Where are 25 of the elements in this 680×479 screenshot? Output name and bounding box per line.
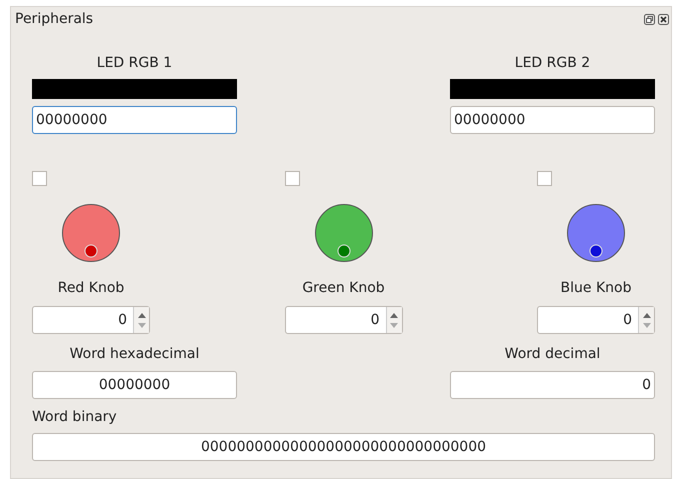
checkbox[interactable] <box>537 171 552 186</box>
dial-knob[interactable] <box>61 203 121 263</box>
led-value-field[interactable]: 00000000 <box>450 106 655 134</box>
decimal-field[interactable]: 0 <box>450 371 655 399</box>
dial-knob[interactable] <box>566 203 626 263</box>
checkbox[interactable] <box>32 171 47 186</box>
spin-box[interactable]: 0 <box>284 306 402 334</box>
panel-title: Peripherals <box>15 11 94 27</box>
dial-knob[interactable] <box>314 203 374 263</box>
hexadecimal-field[interactable]: 00000000 <box>32 371 237 399</box>
led-value-field[interactable]: 00000000 <box>32 106 237 134</box>
field-label: Word decimal <box>504 345 600 364</box>
field-label: Word binary <box>32 408 117 427</box>
spin-box[interactable]: 0 <box>32 306 150 334</box>
led-label: LED RGB 1 <box>96 54 172 73</box>
binary-field[interactable]: 00000000000000000000000000000000 <box>32 433 655 461</box>
led-label: LED RGB 2 <box>514 54 590 73</box>
spin-box[interactable]: 0 <box>537 306 655 334</box>
checkbox[interactable] <box>284 171 300 186</box>
field-label: Word hexadecimal <box>70 345 200 364</box>
knob-label: Red Knob <box>58 279 124 298</box>
float-icon[interactable] <box>644 14 655 24</box>
close-icon[interactable] <box>658 14 669 24</box>
knob-label: Green Knob <box>302 279 385 298</box>
knob-label: Blue Knob <box>560 279 632 298</box>
